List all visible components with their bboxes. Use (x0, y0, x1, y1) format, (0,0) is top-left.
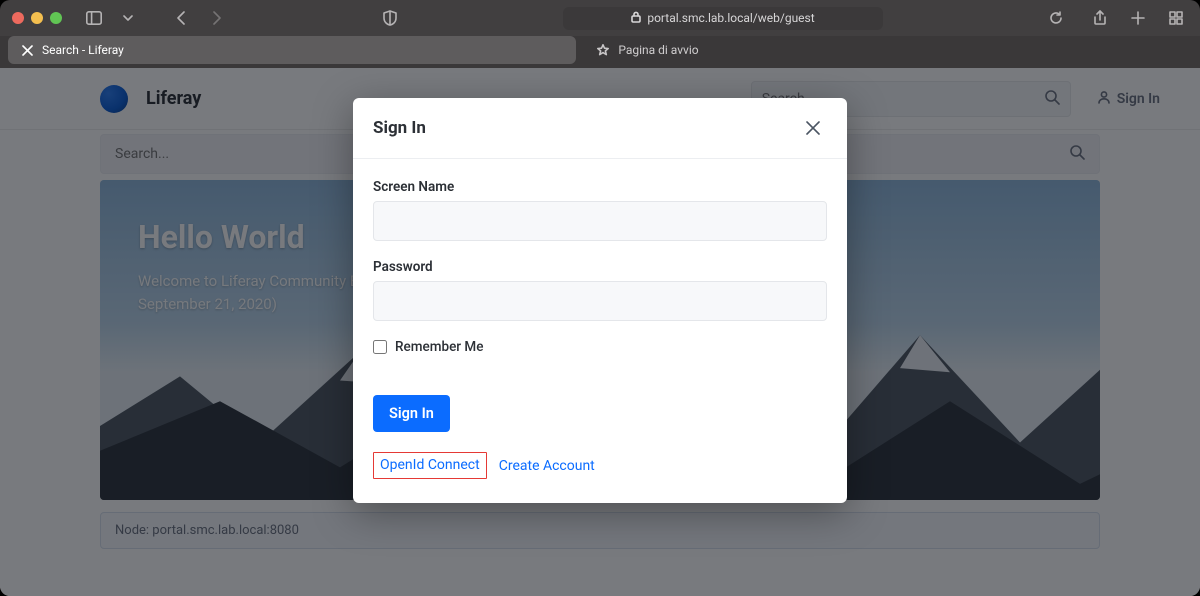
browser-tabstrip: Search - Liferay Pagina di avvio (0, 36, 1200, 68)
signin-submit-button[interactable]: Sign In (373, 395, 450, 432)
tab-label: Pagina di avvio (618, 43, 698, 57)
address-bar[interactable]: portal.smc.lab.local/web/guest (563, 7, 883, 30)
signin-modal: Sign In Screen Name Password Remember Me (353, 98, 847, 503)
lock-icon (631, 11, 641, 26)
screen-name-input[interactable] (373, 201, 827, 241)
tab-menu-button[interactable] (116, 6, 140, 30)
screen-name-label: Screen Name (373, 179, 827, 195)
sidebar-toggle-button[interactable] (82, 6, 106, 30)
privacy-shield-icon[interactable] (378, 6, 402, 30)
reload-button[interactable] (1044, 6, 1068, 30)
openid-connect-link[interactable]: OpenId Connect (373, 452, 487, 479)
modal-close-button[interactable] (799, 114, 827, 142)
password-input[interactable] (373, 281, 827, 321)
window-close-button[interactable] (12, 12, 24, 24)
window-controls (12, 12, 62, 24)
window-zoom-button[interactable] (50, 12, 62, 24)
browser-tab-active[interactable]: Search - Liferay (8, 36, 576, 64)
close-tab-icon[interactable] (20, 43, 34, 57)
address-text: portal.smc.lab.local/web/guest (647, 11, 814, 25)
window-minimize-button[interactable] (31, 12, 43, 24)
password-label: Password (373, 259, 827, 275)
browser-titlebar: portal.smc.lab.local/web/guest (0, 0, 1200, 36)
create-account-link[interactable]: Create Account (499, 458, 595, 474)
modal-title: Sign In (373, 118, 426, 138)
forward-button[interactable] (204, 6, 228, 30)
browser-tab[interactable]: Pagina di avvio (584, 36, 1152, 64)
tab-overview-button[interactable] (1164, 6, 1188, 30)
tab-label: Search - Liferay (42, 43, 124, 57)
remember-me-label: Remember Me (395, 339, 483, 355)
new-tab-button[interactable] (1126, 6, 1150, 30)
share-button[interactable] (1088, 6, 1112, 30)
remember-me-checkbox[interactable] (373, 340, 387, 354)
back-button[interactable] (170, 6, 194, 30)
star-icon (596, 43, 610, 57)
